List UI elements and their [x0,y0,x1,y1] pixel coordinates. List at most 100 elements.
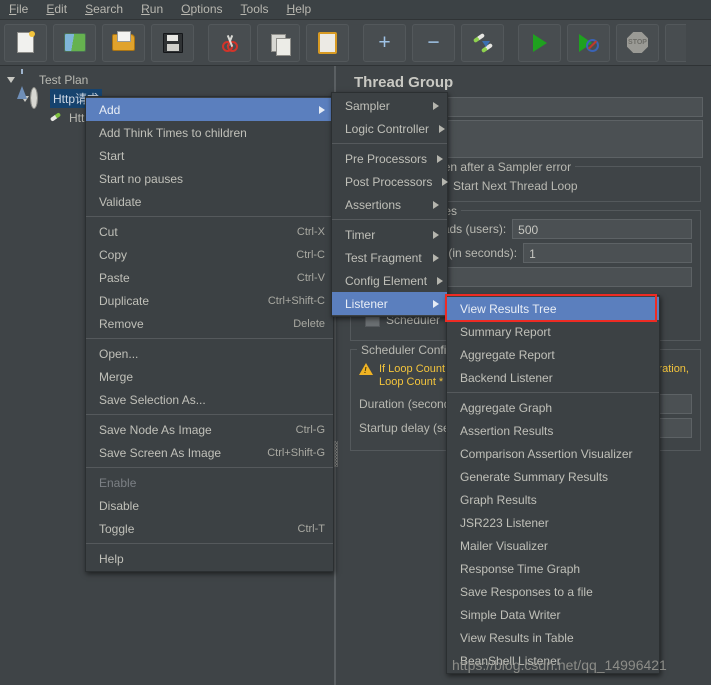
context-menu-item-duplicate[interactable]: Duplicate Ctrl+Shift-C [86,289,333,312]
listener-menu-item-item-label: Graph Results [460,492,537,507]
listener-menu-item-aggregate-report[interactable]: Aggregate Report [447,343,659,366]
clipboard-paste-icon [318,31,337,54]
menubar-item-help[interactable]: Help [278,0,321,19]
listener-menu-item-item-label: Comparison Assertion Visualizer [460,446,633,461]
menubar-item-tools[interactable]: Tools [232,0,278,19]
add-menu-item-test-fragment[interactable]: Test Fragment [332,246,447,269]
listener-menu-item-mailer-visualizer[interactable]: Mailer Visualizer [447,534,659,557]
context-menu-item-start[interactable]: Start [86,144,333,167]
expand-all-button[interactable]: + [363,23,406,62]
menubar-item-file[interactable]: File [0,0,37,19]
listener-submenu[interactable]: View Results Tree Summary Report Aggregate… [446,295,660,674]
context-menu-item-save-node-as-image[interactable]: Save Node As Image Ctrl-G [86,418,333,441]
radio-start-next-loop[interactable]: Start Next Thread Loop [434,179,578,193]
menubar-item-run[interactable]: Run [132,0,172,19]
context-menu-item-paste[interactable]: Paste Ctrl-V [86,266,333,289]
chevron-right-icon [433,200,439,209]
loop-count-input[interactable]: 1 [430,267,692,287]
collapse-all-button[interactable]: − [412,23,455,62]
http-sampler-icon [49,111,64,125]
rampup-input[interactable]: 1 [523,243,692,263]
add-menu-item-sampler[interactable]: Sampler [332,94,447,117]
add-menu-item-item-label: Test Fragment [345,250,422,265]
add-menu-item-config-element[interactable]: Config Element [332,269,447,292]
context-menu-item-enable[interactable]: Enable [86,471,333,494]
menubar-item-search[interactable]: Search [76,0,132,19]
listener-menu-item-item-label: Generate Summary Results [460,469,609,484]
context-menu-item-item-label: Copy [99,247,128,262]
context-menu-item-item-label: Save Selection As... [99,392,206,407]
toggle-button[interactable] [461,23,504,62]
stop-button[interactable]: STOP [616,23,659,62]
copy-icon [271,33,291,56]
listener-menu-item-response-time-graph[interactable]: Response Time Graph [447,557,659,580]
listener-menu-item-item-label: Mailer Visualizer [460,538,548,553]
context-menu-item-open[interactable]: Open... [86,342,333,365]
context-menu-item-item-label: Add Think Times to children [99,125,247,140]
menubar-item-edit[interactable]: Edit [37,0,76,19]
toolbar: + − STOP [0,20,711,66]
context-menu-item-remove[interactable]: Remove Delete [86,312,333,335]
listener-menu-item-graph-results[interactable]: Graph Results [447,488,659,511]
add-menu-item-pre-processors[interactable]: Pre Processors [332,147,447,170]
listener-menu-item-simple-data-writer[interactable]: Simple Data Writer [447,603,659,626]
context-menu-item-toggle[interactable]: Toggle Ctrl-T [86,517,333,540]
add-menu-item-logic-controller[interactable]: Logic Controller [332,117,447,140]
listener-menu-item-view-results-tree[interactable]: View Results Tree [447,297,659,320]
new-file-icon [17,31,35,53]
test-plan-icon [17,71,34,99]
paste-button[interactable] [306,23,349,62]
copy-button[interactable] [257,23,300,62]
listener-menu-item-summary-report[interactable]: Summary Report [447,320,659,343]
listener-menu-item-comparison-assertion-visualizer[interactable]: Comparison Assertion Visualizer [447,442,659,465]
listener-menu-item-generate-summary-results[interactable]: Generate Summary Results [447,465,659,488]
listener-menu-item-view-results-in-table[interactable]: View Results in Table [447,626,659,649]
context-menu-item-item-shortcut: Ctrl-T [297,522,326,535]
context-menu-item-cut[interactable]: Cut Ctrl-X [86,220,333,243]
tree-node-test-plan[interactable]: Test Plan [0,70,331,99]
context-menu-item-item-shortcut: Ctrl-V [296,271,325,284]
comments-input[interactable] [421,120,703,158]
context-menu-item-add[interactable]: Add [86,98,333,121]
listener-menu-item-assertion-results[interactable]: Assertion Results [447,419,659,442]
context-menu-item-add-think-times-to-children[interactable]: Add Think Times to children [86,121,333,144]
context-menu-item-validate[interactable]: Validate [86,190,333,213]
templates-button[interactable] [53,23,96,62]
context-menu-item-disable[interactable]: Disable [86,494,333,517]
shutdown-button[interactable] [665,23,686,62]
listener-menu-item-jsr223-listener[interactable]: JSR223 Listener [447,511,659,534]
listener-menu-item-aggregate-graph[interactable]: Aggregate Graph [447,396,659,419]
cut-button[interactable] [208,23,251,62]
expand-caret-icon[interactable] [4,76,17,83]
add-menu-item-post-processors[interactable]: Post Processors [332,170,449,193]
context-menu-item-item-label: Enable [99,475,137,490]
open-button[interactable] [102,23,145,62]
context-menu-item-help[interactable]: Help [86,547,333,570]
menu-bar: File Edit Search Run Options Tools Help [0,0,711,20]
start-button[interactable] [518,23,561,62]
listener-menu-item-backend-listener[interactable]: Backend Listener [447,366,659,389]
add-menu-item-assertions[interactable]: Assertions [332,193,447,216]
context-menu-item-save-selection-as[interactable]: Save Selection As... [86,388,333,411]
add-menu-item-timer[interactable]: Timer [332,223,447,246]
num-threads-input[interactable]: 500 [512,219,692,239]
menubar-item-options[interactable]: Options [172,0,231,19]
context-menu-item-copy[interactable]: Copy Ctrl-C [86,243,333,266]
save-button[interactable] [151,23,194,62]
context-menu-item-save-screen-as-image[interactable]: Save Screen As Image Ctrl+Shift-G [86,441,333,464]
context-menu-item-item-label: Open... [99,346,139,361]
add-submenu[interactable]: Sampler Logic Controller Pre Processors Pos… [331,92,449,317]
tree-context-menu[interactable]: Add Add Think Times to children Start Start… [85,96,334,572]
add-menu-item-item-label: Assertions [345,197,402,212]
context-menu-item-start-no-pauses[interactable]: Start no pauses [86,167,333,190]
start-no-pauses-button[interactable] [567,23,610,62]
chevron-right-icon [433,299,439,308]
jmeter-window: File Edit Search Run Options Tools Help [0,0,711,685]
context-menu-item-item-label: Cut [99,224,118,239]
context-menu-item-merge[interactable]: Merge [86,365,333,388]
new-test-plan-button[interactable] [4,23,47,62]
chevron-right-icon [442,177,449,186]
add-menu-item-listener[interactable]: Listener [332,292,447,315]
listener-menu-item-save-responses-to-a-file[interactable]: Save Responses to a file [447,580,659,603]
add-menu-item-item-label: Listener [345,296,388,311]
